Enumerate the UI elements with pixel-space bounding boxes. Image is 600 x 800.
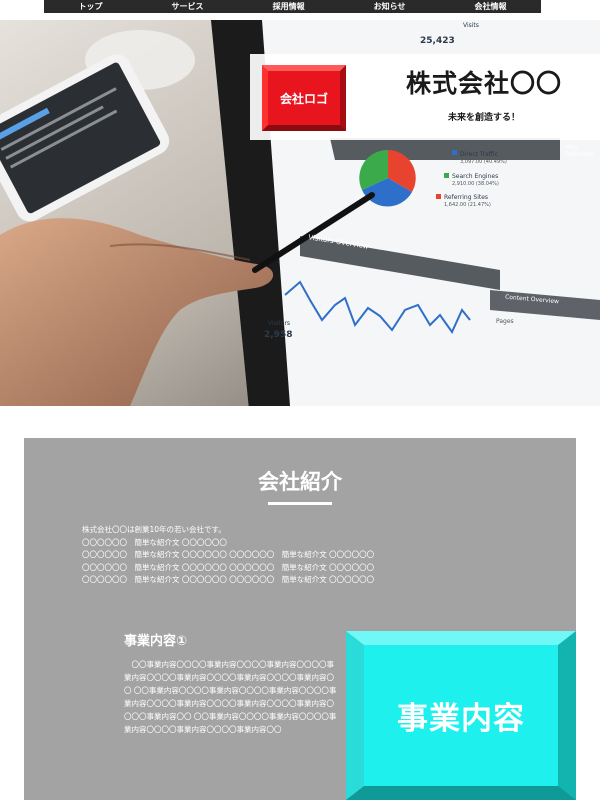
about-line: 〇〇〇〇〇〇 簡単な紹介文 〇〇〇〇〇〇 bbox=[82, 537, 227, 547]
nav-item-recruit[interactable]: 採用情報 bbox=[273, 0, 305, 13]
company-logo[interactable]: 会社ロゴ bbox=[262, 65, 346, 131]
brand-box: 会社ロゴ 株式会社〇〇 未来を創造する！ bbox=[250, 54, 600, 140]
screen-map-overview: Map Overview bbox=[565, 144, 594, 158]
screen-visits-value: 25,423 bbox=[420, 36, 455, 46]
company-logo-text: 会社ロゴ bbox=[279, 91, 328, 106]
nav-item-services[interactable]: サービス bbox=[172, 0, 204, 13]
screen-legend-search-value: 2,910.00 (38.04%) bbox=[452, 181, 499, 187]
about-text: 株式会社〇〇は創業10年の若い会社です。 〇〇〇〇〇〇 簡単な紹介文 〇〇〇〇〇… bbox=[82, 524, 542, 587]
about-line: 〇〇〇〇〇〇 簡単な紹介文 〇〇〇〇〇〇 〇〇〇〇〇〇 簡単な紹介文 〇〇〇〇〇… bbox=[82, 550, 375, 559]
business-image[interactable]: 事業内容 bbox=[346, 631, 576, 800]
screen-legend-referring: Referring Sites bbox=[444, 194, 489, 201]
hero-banner: 25,423 Visits Direct Traffic 3,097.00 (4… bbox=[0, 20, 600, 406]
business-title: 事業内容① bbox=[124, 634, 188, 649]
about-title: 会社紹介 bbox=[258, 470, 342, 494]
screen-legend-direct-value: 3,097.00 (40.49%) bbox=[460, 159, 507, 165]
business-text: 〇〇事業内容〇〇〇〇事業内容〇〇〇〇事業内容〇〇〇〇事業内容〇〇〇〇事業内容〇〇… bbox=[124, 660, 337, 734]
screen-pages-label: Pages bbox=[496, 318, 514, 325]
nav-item-top[interactable]: トップ bbox=[79, 0, 103, 13]
nav-item-company-info[interactable]: 会社情報 bbox=[474, 0, 506, 13]
business-image-text: 事業内容 bbox=[397, 701, 525, 737]
screen-legend-search: Search Engines bbox=[452, 173, 499, 180]
about-line: 〇〇〇〇〇〇 簡単な紹介文 〇〇〇〇〇〇 〇〇〇〇〇〇 簡単な紹介文 〇〇〇〇〇… bbox=[82, 575, 375, 584]
about-title-underline bbox=[268, 502, 332, 505]
screen-visitors-label: Visitors bbox=[268, 320, 291, 327]
nav-item-news[interactable]: お知らせ bbox=[374, 0, 406, 13]
screen-legend-referring-value: 1,642.00 (21.47%) bbox=[444, 202, 491, 208]
top-nav: トップ サービス 採用情報 お知らせ 会社情報 bbox=[44, 0, 541, 13]
screen-visits-label: Visits bbox=[463, 22, 479, 29]
about-line: 株式会社〇〇は創業10年の若い会社です。 bbox=[82, 525, 226, 534]
screen-visitors-value: 2,958 bbox=[264, 330, 293, 340]
company-tagline: 未来を創造する！ bbox=[447, 113, 520, 123]
company-name: 株式会社〇〇 bbox=[405, 69, 562, 98]
about-line: 〇〇〇〇〇〇 簡単な紹介文 〇〇〇〇〇〇 〇〇〇〇〇〇 簡単な紹介文 〇〇〇〇〇… bbox=[82, 562, 375, 572]
about-section: 会社紹介 株式会社〇〇は創業10年の若い会社です。 〇〇〇〇〇〇 簡単な紹介文 … bbox=[24, 438, 576, 800]
screen-legend-direct: Direct Traffic bbox=[460, 151, 498, 158]
